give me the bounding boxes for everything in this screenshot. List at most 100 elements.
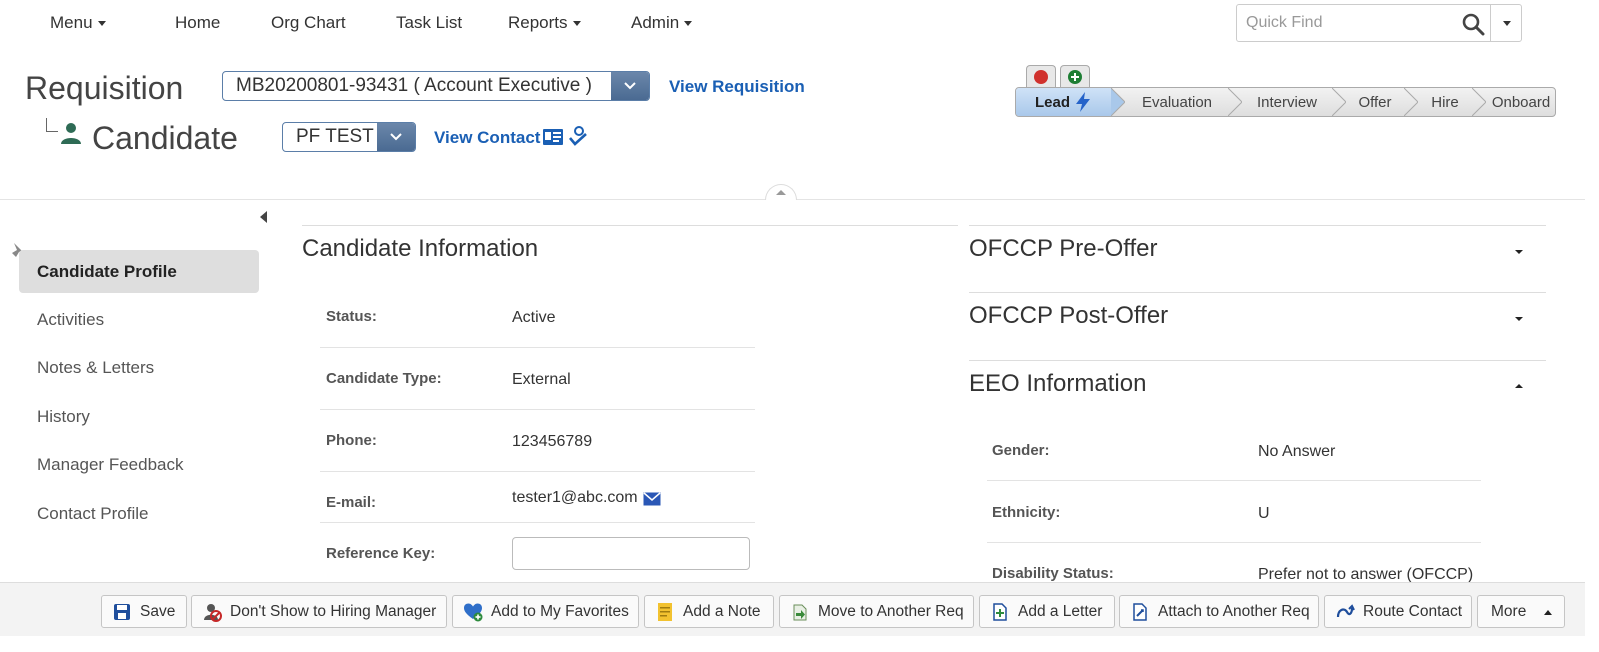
check-person-icon[interactable]: [568, 126, 588, 148]
candidate-select[interactable]: PF TEST: [282, 122, 416, 152]
route-contact-label: Route Contact: [1363, 602, 1463, 620]
stage-separator: [1332, 88, 1346, 116]
row-divider: [987, 542, 1481, 543]
requisition-select[interactable]: MB20200801-93431 ( Account Executive ): [222, 71, 650, 101]
requisition-heading: Requisition: [25, 70, 184, 106]
action-toolbar: Save Don't Show to Hiring Manager Add to…: [0, 582, 1585, 636]
route-contact-button[interactable]: Route Contact: [1324, 595, 1472, 628]
stage-separator: [1228, 88, 1242, 116]
top-nav: Menu Home Org Chart Task List Reports Ad…: [0, 0, 1599, 48]
ofccp-post-offer-title[interactable]: OFCCP Post-Offer: [969, 302, 1168, 330]
reference-key-input[interactable]: [512, 537, 750, 570]
add-stage-tab[interactable]: [1060, 65, 1090, 87]
nav-task-list[interactable]: Task List: [396, 13, 462, 33]
quick-find-dropdown[interactable]: [1491, 5, 1522, 41]
field-value-phone: 123456789: [512, 433, 593, 450]
dont-show-hiring-manager-button[interactable]: Don't Show to Hiring Manager: [191, 595, 447, 628]
field-label-email: E-mail:: [326, 494, 377, 511]
collapse-sidebar-icon[interactable]: [258, 210, 268, 224]
attach-to-another-req-button[interactable]: Attach to Another Req: [1119, 595, 1319, 628]
save-icon: [114, 603, 130, 620]
contact-card-icon[interactable]: [542, 128, 564, 146]
stage-hire[interactable]: Hire: [1418, 88, 1472, 116]
lightning-icon: [1076, 92, 1090, 112]
nav-reports-label: Reports: [508, 13, 568, 32]
field-label-phone: Phone:: [326, 432, 377, 449]
email-icon[interactable]: [643, 492, 661, 506]
stage-offer[interactable]: Offer: [1346, 88, 1404, 116]
sidebar-item-activities[interactable]: Activities: [19, 298, 259, 341]
field-value-gender: No Answer: [1258, 443, 1336, 460]
quick-find: [1236, 4, 1522, 42]
add-note-button[interactable]: Add a Note: [644, 595, 774, 628]
candidate-select-value: PF TEST: [296, 126, 374, 147]
nav-admin[interactable]: Admin: [631, 13, 693, 33]
stage-lead[interactable]: Lead: [1016, 88, 1111, 116]
disqualify-tab[interactable]: [1026, 65, 1056, 87]
attach-req-label: Attach to Another Req: [1158, 602, 1310, 620]
add-favorites-label: Add to My Favorites: [491, 602, 629, 620]
field-label-ethnicity: Ethnicity:: [992, 504, 1061, 521]
field-label-candidate-type: Candidate Type:: [326, 370, 442, 387]
add-note-label: Add a Note: [683, 602, 761, 620]
caret-down-icon[interactable]: [1512, 247, 1526, 257]
view-requisition-link[interactable]: View Requisition: [669, 77, 805, 97]
nav-reports[interactable]: Reports: [508, 13, 581, 33]
collapse-header-button[interactable]: [765, 184, 797, 200]
caret-down-icon: [684, 21, 693, 27]
stage-lead-label: Lead: [1034, 93, 1070, 111]
pipeline-bar: Lead Evaluation Interview Offer Hire Onb…: [1015, 87, 1556, 117]
stage-separator: [1111, 88, 1125, 116]
eeo-information-title[interactable]: EEO Information: [969, 370, 1146, 398]
section-divider: [969, 360, 1546, 361]
tree-connector: [46, 118, 58, 132]
add-letter-button[interactable]: Add a Letter: [979, 595, 1115, 628]
field-value-email[interactable]: tester1@abc.com: [512, 489, 638, 507]
add-document-icon: [993, 602, 1007, 621]
ofccp-pre-offer-title[interactable]: OFCCP Pre-Offer: [969, 235, 1157, 263]
dont-show-button-label: Don't Show to Hiring Manager: [230, 602, 437, 620]
candidate-select-button[interactable]: [377, 123, 415, 151]
sidebar-item-manager-feedback[interactable]: Manager Feedback: [19, 443, 259, 486]
add-icon: [1068, 69, 1082, 84]
note-icon: [658, 602, 672, 621]
requisition-select-button[interactable]: [611, 72, 649, 100]
hide-user-icon: [204, 603, 222, 622]
caret-up-icon: [1544, 610, 1552, 615]
stage-separator: [1472, 88, 1486, 116]
row-divider: [320, 471, 755, 472]
nav-admin-label: Admin: [631, 13, 680, 32]
sidebar-item-history[interactable]: History: [19, 395, 259, 438]
caret-down-icon: [1502, 20, 1511, 26]
stage-separator: [1404, 88, 1418, 116]
stage-interview[interactable]: Interview: [1242, 88, 1332, 116]
route-icon: [1336, 603, 1355, 617]
more-button-label: More: [1491, 602, 1527, 620]
field-value-ethnicity: U: [1258, 505, 1270, 522]
view-contact-link[interactable]: View Contact: [434, 128, 540, 148]
caret-up-icon[interactable]: [1512, 381, 1526, 391]
sidebar-item-contact-profile[interactable]: Contact Profile: [19, 492, 259, 535]
nav-menu[interactable]: Menu: [50, 13, 106, 33]
stage-evaluation[interactable]: Evaluation: [1126, 88, 1228, 116]
sidebar-item-notes-letters[interactable]: Notes & Letters: [19, 346, 259, 389]
section-divider: [302, 225, 958, 226]
save-button[interactable]: Save: [101, 595, 187, 628]
candidate-info-title: Candidate Information: [302, 235, 539, 262]
chevron-down-icon: [390, 133, 402, 141]
attach-document-icon: [1133, 602, 1147, 621]
quick-find-input[interactable]: [1237, 5, 1487, 41]
chevron-up-icon: [776, 190, 786, 195]
caret-down-icon[interactable]: [1512, 314, 1526, 324]
nav-home[interactable]: Home: [175, 13, 220, 33]
more-button[interactable]: More: [1477, 595, 1565, 628]
field-label-disability-status: Disability Status:: [992, 565, 1114, 582]
search-icon[interactable]: [1461, 12, 1485, 36]
nav-org-chart[interactable]: Org Chart: [271, 13, 346, 33]
stage-onboard[interactable]: Onboard: [1486, 88, 1555, 116]
row-divider: [320, 409, 755, 410]
move-to-another-req-button[interactable]: Move to Another Req: [779, 595, 974, 628]
add-to-favorites-button[interactable]: Add to My Favorites: [452, 595, 639, 628]
sidebar-item-candidate-profile[interactable]: Candidate Profile: [19, 250, 259, 293]
stop-icon: [1034, 69, 1048, 84]
